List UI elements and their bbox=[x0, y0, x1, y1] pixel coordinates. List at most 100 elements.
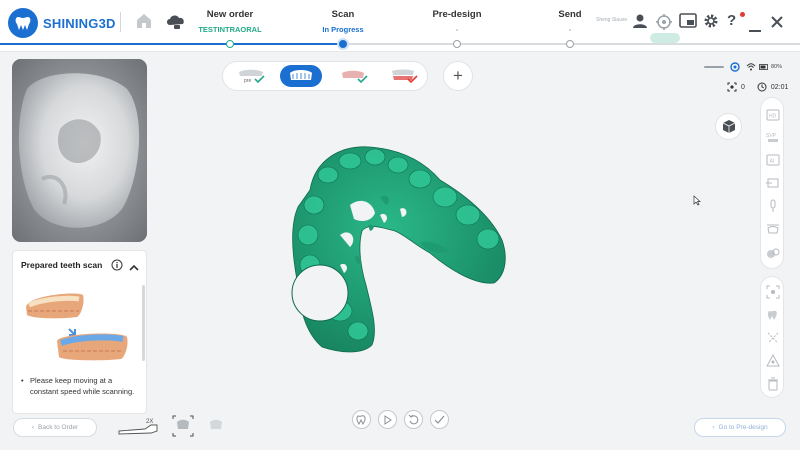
tooth-logo-icon bbox=[8, 8, 38, 38]
svg-text:SVP: SVP bbox=[766, 133, 777, 139]
texture-icon[interactable] bbox=[766, 246, 780, 260]
step-title: New order bbox=[206, 9, 254, 20]
confirm-button[interactable] bbox=[430, 410, 449, 429]
right-toolbar-bottom bbox=[760, 276, 784, 398]
header-divider bbox=[120, 12, 121, 32]
step-subtitle: In Progress bbox=[322, 25, 364, 34]
steps-progress bbox=[0, 43, 343, 45]
tooth-mode-button[interactable] bbox=[352, 410, 371, 429]
notification-dot bbox=[740, 12, 745, 17]
svp-icon[interactable]: SVP bbox=[766, 130, 780, 144]
undo-icon bbox=[408, 414, 419, 425]
gear-icon[interactable] bbox=[703, 13, 719, 34]
mouse-cursor-icon bbox=[693, 193, 701, 211]
lower-jaw-view-tool[interactable] bbox=[205, 415, 227, 442]
step-pre-design[interactable]: Pre-design - bbox=[397, 9, 517, 34]
scan-counters: 0 02:01 bbox=[727, 82, 788, 92]
home-icon[interactable] bbox=[135, 12, 153, 34]
go-to-pre-design-label: Go to Pre-design bbox=[718, 424, 768, 431]
preparation-jaw-icon: pre bbox=[239, 69, 265, 84]
chevron-up-icon[interactable] bbox=[129, 259, 139, 277]
tab-preparation[interactable]: pre bbox=[230, 65, 272, 87]
svg-text:HD: HD bbox=[769, 114, 777, 120]
cube-icon bbox=[722, 119, 735, 133]
help-icon[interactable]: ? bbox=[727, 12, 736, 29]
tooth-view-icon[interactable] bbox=[766, 308, 780, 322]
frame-count-icon bbox=[727, 82, 737, 92]
tab-lower-jaw[interactable] bbox=[333, 65, 375, 87]
step-dot-send bbox=[566, 40, 574, 48]
scan-type-tabs: pre bbox=[222, 61, 428, 91]
tooth-camera-image bbox=[12, 59, 147, 242]
target-icon bbox=[730, 62, 740, 72]
bite-icon bbox=[392, 69, 418, 84]
battery-level: 80% bbox=[771, 64, 783, 70]
minimize-icon[interactable] bbox=[749, 20, 761, 38]
tooth-mode-icon bbox=[356, 415, 366, 425]
hd-icon[interactable]: HD bbox=[766, 108, 780, 122]
step-subtitle: - bbox=[455, 25, 459, 34]
top-header: SHINING3D New order TESTINTRAORAL Scan I… bbox=[0, 0, 800, 52]
chevron-right-icon: › bbox=[712, 424, 715, 431]
logo-text: SHINING3D bbox=[43, 15, 116, 31]
check-icon bbox=[434, 415, 445, 424]
guide-tip: Please keep moving at a constant speed w… bbox=[21, 375, 139, 397]
app-logo: SHINING3D bbox=[8, 8, 116, 38]
support-status-pill bbox=[650, 33, 680, 43]
clock-icon bbox=[757, 82, 767, 92]
go-to-pre-design-button[interactable]: › Go to Pre-design bbox=[694, 418, 786, 437]
upper-jaw-icon bbox=[290, 70, 312, 80]
upper-jaw-view-tool[interactable] bbox=[172, 415, 194, 442]
guide-illustration bbox=[26, 293, 128, 361]
zoom-badge: 2X bbox=[146, 419, 153, 425]
scan-timer: 02:01 bbox=[770, 83, 789, 91]
add-scan-button[interactable]: + bbox=[443, 61, 473, 91]
step-subtitle: - bbox=[568, 25, 572, 34]
device-status: 80% bbox=[704, 60, 786, 74]
upper-jaw-scan-mesh bbox=[291, 146, 506, 353]
undo-button[interactable] bbox=[404, 410, 423, 429]
scan-guide-card: Prepared teeth scan Please keep moving a… bbox=[12, 250, 147, 414]
user-icon[interactable] bbox=[632, 13, 648, 34]
step-new-order[interactable]: New order TESTINTRAORAL bbox=[170, 9, 290, 34]
guide-title: Prepared teeth scan bbox=[21, 260, 103, 270]
step-scan[interactable]: Scan In Progress bbox=[283, 9, 403, 34]
fit-view-icon[interactable] bbox=[766, 285, 780, 299]
scanner-handpiece-icon: 2X bbox=[118, 419, 158, 435]
tab-upper-jaw[interactable] bbox=[280, 65, 322, 87]
play-icon bbox=[384, 414, 392, 425]
chevron-left-icon: ‹ bbox=[31, 424, 35, 431]
delete-icon[interactable] bbox=[766, 377, 780, 391]
lower-jaw-icon bbox=[342, 70, 368, 84]
step-title: Scan bbox=[331, 9, 355, 20]
jaw-icon[interactable] bbox=[766, 222, 780, 236]
ai-icon[interactable]: AI bbox=[766, 153, 780, 167]
landmark-icon[interactable] bbox=[766, 354, 780, 368]
wifi-icon bbox=[746, 63, 756, 71]
window-icon[interactable] bbox=[679, 13, 697, 34]
username: Sheng Slause bbox=[596, 17, 628, 23]
back-to-order-label: Back to Order bbox=[38, 424, 79, 431]
step-title: Pre-design bbox=[432, 9, 482, 20]
step-dot-pre-design bbox=[453, 40, 461, 48]
upper-jaw-view-icon bbox=[172, 415, 194, 437]
right-toolbar-top: HD SVP AI bbox=[760, 97, 784, 269]
play-button[interactable] bbox=[378, 410, 397, 429]
info-icon[interactable] bbox=[111, 258, 123, 276]
scanner-zoom-tool[interactable]: 2X bbox=[117, 415, 161, 442]
trim-icon[interactable] bbox=[766, 176, 780, 190]
svg-text:AI: AI bbox=[770, 159, 775, 165]
scanner-icon bbox=[704, 66, 724, 68]
scan-3d-model[interactable] bbox=[280, 135, 520, 360]
camera-preview bbox=[12, 59, 147, 242]
select-area-icon[interactable] bbox=[766, 331, 780, 345]
back-to-order-button[interactable]: ‹ Back to Order bbox=[13, 418, 97, 437]
tab-bite[interactable] bbox=[383, 65, 425, 87]
lower-jaw-view-icon bbox=[210, 419, 222, 429]
frame-count: 0 bbox=[741, 83, 745, 91]
scanner-tip-icon[interactable] bbox=[766, 199, 780, 213]
close-icon[interactable] bbox=[771, 15, 783, 33]
view-cube-button[interactable] bbox=[715, 113, 742, 140]
guide-scrollbar[interactable] bbox=[142, 285, 145, 361]
battery-icon bbox=[759, 64, 768, 70]
